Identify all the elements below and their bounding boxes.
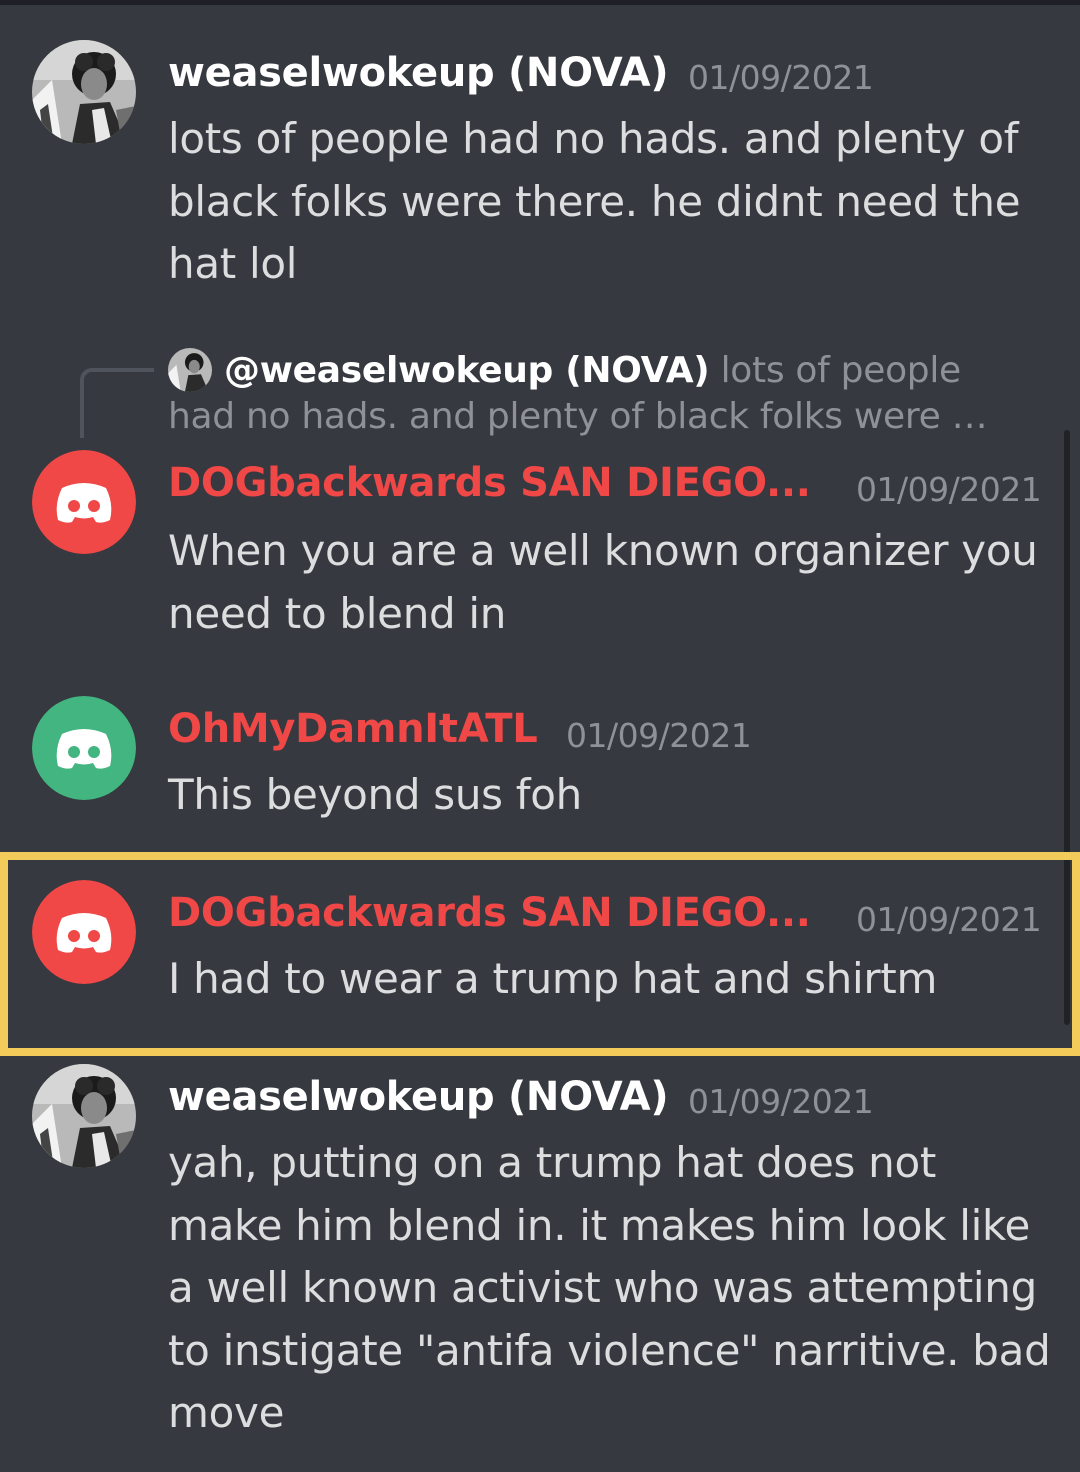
message-text: I had to wear a trump hat and shirtm — [168, 954, 938, 1003]
message-author[interactable]: DOGbackwards SAN DIEGO... — [168, 890, 811, 936]
photo-avatar-icon — [32, 40, 136, 144]
message-timestamp: 01/09/2021 — [856, 900, 1042, 939]
top-edge-bar — [0, 0, 1080, 5]
message-text: yah, putting on a trump hat does not mak… — [168, 1138, 1051, 1437]
message-text: This beyond sus foh — [168, 770, 582, 819]
user-avatar-photo[interactable] — [32, 1064, 136, 1168]
message-timestamp: 01/09/2021 — [688, 1082, 874, 1121]
discord-icon — [32, 450, 136, 554]
discord-icon — [32, 696, 136, 800]
reply-connector — [80, 368, 154, 438]
message-author[interactable]: weaselwokeup (NOVA) — [168, 50, 669, 96]
user-avatar-discord-green[interactable] — [32, 696, 136, 800]
message-author[interactable]: weaselwokeup (NOVA) — [168, 1074, 669, 1120]
reply-author[interactable]: @weaselwokeup (NOVA) — [224, 350, 710, 391]
user-avatar-discord-red[interactable] — [32, 880, 136, 984]
message-text: lots of people had no hads. and plenty o… — [168, 114, 1021, 288]
message-timestamp: 01/09/2021 — [688, 58, 874, 97]
discord-icon — [32, 880, 136, 984]
reply-preview[interactable]: @weaselwokeup (NOVA) lots of people had … — [168, 348, 1038, 440]
message-author[interactable]: DOGbackwards SAN DIEGO... — [168, 460, 811, 506]
message-timestamp: 01/09/2021 — [856, 470, 1042, 509]
user-avatar-discord-red[interactable] — [32, 450, 136, 554]
message-text: When you are a well known organizer you … — [168, 526, 1038, 638]
photo-avatar-icon — [32, 1064, 136, 1168]
message-author[interactable]: OhMyDamnItATL — [168, 706, 538, 752]
message-timestamp: 01/09/2021 — [566, 716, 752, 755]
user-avatar-photo[interactable] — [32, 40, 136, 144]
